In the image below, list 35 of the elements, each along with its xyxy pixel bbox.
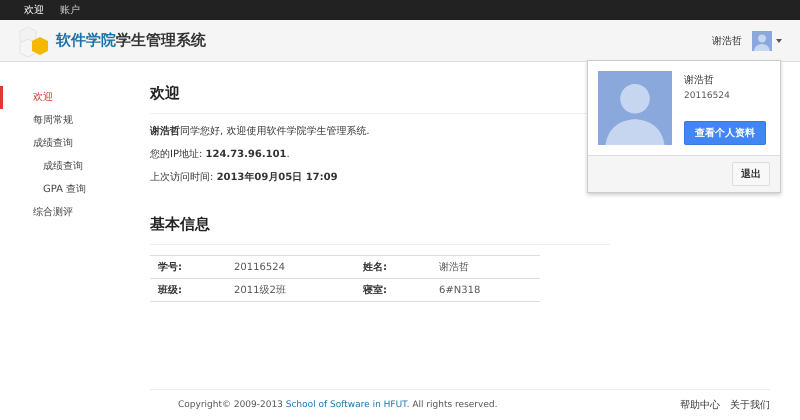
logout-button[interactable]: 退出 — [732, 162, 770, 186]
sidebar-item[interactable]: 成绩查询 — [0, 155, 120, 178]
user-name: 谢浩哲 — [712, 34, 742, 48]
view-profile-button[interactable]: 查看个人资料 — [684, 121, 766, 145]
sidebar-item[interactable]: 每周常规 — [0, 109, 120, 132]
sidebar-item[interactable]: 欢迎 — [0, 86, 120, 109]
field-value: 谢浩哲 — [431, 256, 540, 278]
field-label: 寝室: — [354, 278, 432, 302]
footer-link[interactable]: 帮助中心 — [680, 398, 720, 412]
caret-icon — [776, 38, 782, 42]
menu-user-name: 谢浩哲 — [684, 74, 715, 87]
app-title: 软件学院学生管理系统 — [56, 31, 206, 50]
sidebar-item[interactable]: 综合测评 — [0, 201, 120, 224]
sidebar-item[interactable]: GPA 查询 — [0, 178, 120, 201]
field-value: 2011级2班 — [226, 278, 355, 302]
school-link[interactable]: School of Software in HFUT — [286, 400, 407, 410]
nav-tab[interactable]: 欢迎 — [18, 3, 50, 17]
welcome-text: 谢浩哲同学您好, 欢迎使用软件学院学生管理系统. — [150, 124, 371, 138]
section-heading: 基本信息 — [150, 215, 610, 245]
field-value: 20116524 — [226, 256, 355, 278]
logo-icon — [18, 24, 50, 56]
field-label: 班级: — [150, 278, 226, 302]
student-id: 20116524 — [684, 91, 731, 101]
avatar-icon — [752, 30, 772, 50]
field-label: 学号: — [150, 256, 226, 278]
nav-tab[interactable]: 账户 — [54, 3, 86, 17]
avatar-button[interactable] — [752, 30, 782, 50]
sidebar-item[interactable]: 成绩查询 — [0, 132, 120, 155]
welcome-text: 您的IP地址: 124.73.96.101. — [150, 148, 291, 161]
profile-picture-icon — [598, 71, 672, 145]
copyright-text: Copyright© 2009-2013 School of Software in HFUT. All rights reserved. — [178, 400, 498, 410]
field-value: 6#N318 — [431, 278, 540, 302]
field-label: 姓名: — [354, 256, 432, 278]
welcome-text: 上次访问时间: 2013年09月05日 17:09 — [150, 170, 339, 184]
footer-link[interactable]: 关于我们 — [730, 398, 770, 412]
